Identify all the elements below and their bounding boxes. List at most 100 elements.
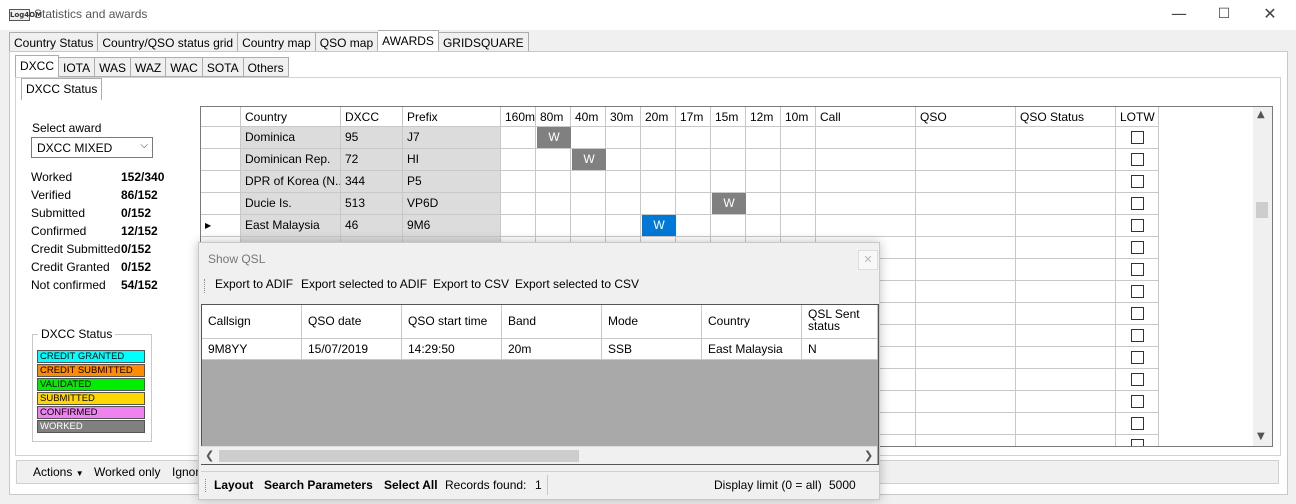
grid-cell[interactable] [916, 171, 1016, 193]
tab-country-map[interactable]: Country map [238, 32, 316, 52]
grid-cell[interactable] [1016, 391, 1116, 413]
worked-mark[interactable]: W [572, 149, 606, 170]
grid-cell[interactable] [571, 127, 606, 149]
grid-cell[interactable] [1016, 237, 1116, 259]
qsl-header-qsl-sent[interactable]: QSL Sent status [802, 305, 878, 339]
grid-cell[interactable] [641, 127, 676, 149]
grid-header-17m[interactable]: 17m [676, 107, 711, 127]
grid-cell[interactable] [916, 369, 1016, 391]
lotw-checkbox[interactable] [1131, 395, 1144, 408]
grid-cell[interactable] [606, 149, 641, 171]
grid-cell[interactable] [711, 149, 746, 171]
grid-cell[interactable] [916, 435, 1016, 446]
qsl-cell[interactable]: 15/07/2019 [302, 339, 402, 360]
tab-country-status[interactable]: Country Status [9, 32, 99, 52]
grid-cell[interactable] [816, 215, 916, 237]
grid-cell[interactable] [501, 149, 536, 171]
grid-cell[interactable] [781, 127, 816, 149]
grid-cell[interactable] [1016, 413, 1116, 435]
grid-cell[interactable] [641, 149, 676, 171]
worked-mark[interactable]: W [712, 193, 746, 214]
grid-cell[interactable] [746, 215, 781, 237]
grid-cell[interactable] [501, 215, 536, 237]
worked-mark[interactable]: W [537, 127, 571, 148]
tab-waz[interactable]: WAZ [131, 57, 167, 77]
grid-cell[interactable]: 72 [341, 149, 403, 171]
grid-cell[interactable] [916, 259, 1016, 281]
worked-mark[interactable]: W [642, 215, 676, 236]
grid-cell[interactable]: Dominica [241, 127, 341, 149]
grid-cell[interactable] [1016, 281, 1116, 303]
grid-cell[interactable]: ▶ [201, 215, 241, 237]
qsl-header-callsign[interactable]: Callsign [202, 305, 302, 339]
grid-header-country[interactable]: Country [241, 107, 341, 127]
grid-cell[interactable] [1016, 193, 1116, 215]
grid-cell[interactable]: HI [403, 149, 501, 171]
grid-header-lotw[interactable]: LOTW [1116, 107, 1159, 127]
qsl-grid[interactable]: Callsign QSO date QSO start time Band Mode Co… [201, 304, 879, 465]
qsl-cell[interactable]: 20m [502, 339, 602, 360]
tab-dxcc-status[interactable]: DXCC Status [21, 78, 103, 100]
grid-cell[interactable] [536, 193, 571, 215]
grid-cell[interactable] [641, 171, 676, 193]
grid-cell[interactable]: J7 [403, 127, 501, 149]
grid-cell[interactable] [746, 127, 781, 149]
export-adif-button[interactable]: Export to ADIF [215, 277, 293, 291]
grid-cell[interactable] [781, 149, 816, 171]
grid-cell[interactable] [1016, 149, 1116, 171]
grid-cell[interactable] [916, 215, 1016, 237]
tab-iota[interactable]: IOTA [59, 57, 96, 77]
lotw-checkbox[interactable] [1131, 219, 1144, 232]
lotw-checkbox[interactable] [1131, 439, 1144, 446]
qsl-cell[interactable]: 9M8YY [202, 339, 302, 360]
grid-cell[interactable] [1016, 325, 1116, 347]
lotw-checkbox[interactable] [1131, 153, 1144, 166]
tab-country-qso-grid[interactable]: Country/QSO status grid [98, 32, 239, 52]
grid-header-30m[interactable]: 30m [606, 107, 641, 127]
lotw-checkbox[interactable] [1131, 351, 1144, 364]
qsl-cell[interactable]: 14:29:50 [402, 339, 502, 360]
grid-cell[interactable]: P5 [403, 171, 501, 193]
grid-header-qso-status[interactable]: QSO Status [1016, 107, 1116, 127]
grid-cell[interactable] [916, 237, 1016, 259]
grid-cell[interactable] [201, 193, 241, 215]
lotw-checkbox[interactable] [1131, 131, 1144, 144]
search-parameters-button[interactable]: Search Parameters [264, 478, 373, 492]
grid-header-40m[interactable]: 40m [571, 107, 606, 127]
grid-cell[interactable] [1016, 171, 1116, 193]
qsl-horizontal-scrollbar[interactable]: ❮ ❯ [201, 446, 877, 464]
grid-cell[interactable]: 46 [341, 215, 403, 237]
ignore-button[interactable]: Ignor [172, 465, 199, 479]
grid-header-20m[interactable]: 20m [641, 107, 676, 127]
lotw-checkbox[interactable] [1131, 175, 1144, 188]
grid-header-call[interactable]: Call [816, 107, 916, 127]
grid-header-160m[interactable]: 160m [501, 107, 536, 127]
worked-only-button[interactable]: Worked only [94, 465, 160, 479]
grid-cell[interactable] [201, 127, 241, 149]
grid-cell[interactable] [711, 215, 746, 237]
grid-cell[interactable] [781, 171, 816, 193]
grid-header-indicator[interactable] [201, 107, 241, 127]
grid-cell[interactable] [746, 193, 781, 215]
grid-cell[interactable] [916, 391, 1016, 413]
grid-cell[interactable] [501, 171, 536, 193]
grid-cell[interactable] [746, 149, 781, 171]
grid-cell[interactable]: East Malaysia [241, 215, 341, 237]
grid-cell[interactable] [641, 193, 676, 215]
export-csv-button[interactable]: Export to CSV [433, 277, 509, 291]
actions-menu[interactable]: Actions ▼ [33, 465, 84, 479]
tab-was[interactable]: WAS [95, 57, 132, 77]
grid-cell[interactable] [676, 171, 711, 193]
grid-header-prefix[interactable]: Prefix [403, 107, 501, 127]
lotw-checkbox[interactable] [1131, 241, 1144, 254]
grid-cell[interactable] [501, 193, 536, 215]
tab-sota[interactable]: SOTA [202, 57, 244, 77]
grid-cell[interactable] [201, 149, 241, 171]
grid-cell[interactable] [676, 149, 711, 171]
grid-cell[interactable] [606, 127, 641, 149]
award-select[interactable]: DXCC MIXED ⌵ [31, 137, 153, 158]
grid-header-12m[interactable]: 12m [746, 107, 781, 127]
grid-cell[interactable] [746, 171, 781, 193]
grid-cell[interactable] [916, 281, 1016, 303]
scroll-thumb[interactable] [1256, 202, 1268, 218]
